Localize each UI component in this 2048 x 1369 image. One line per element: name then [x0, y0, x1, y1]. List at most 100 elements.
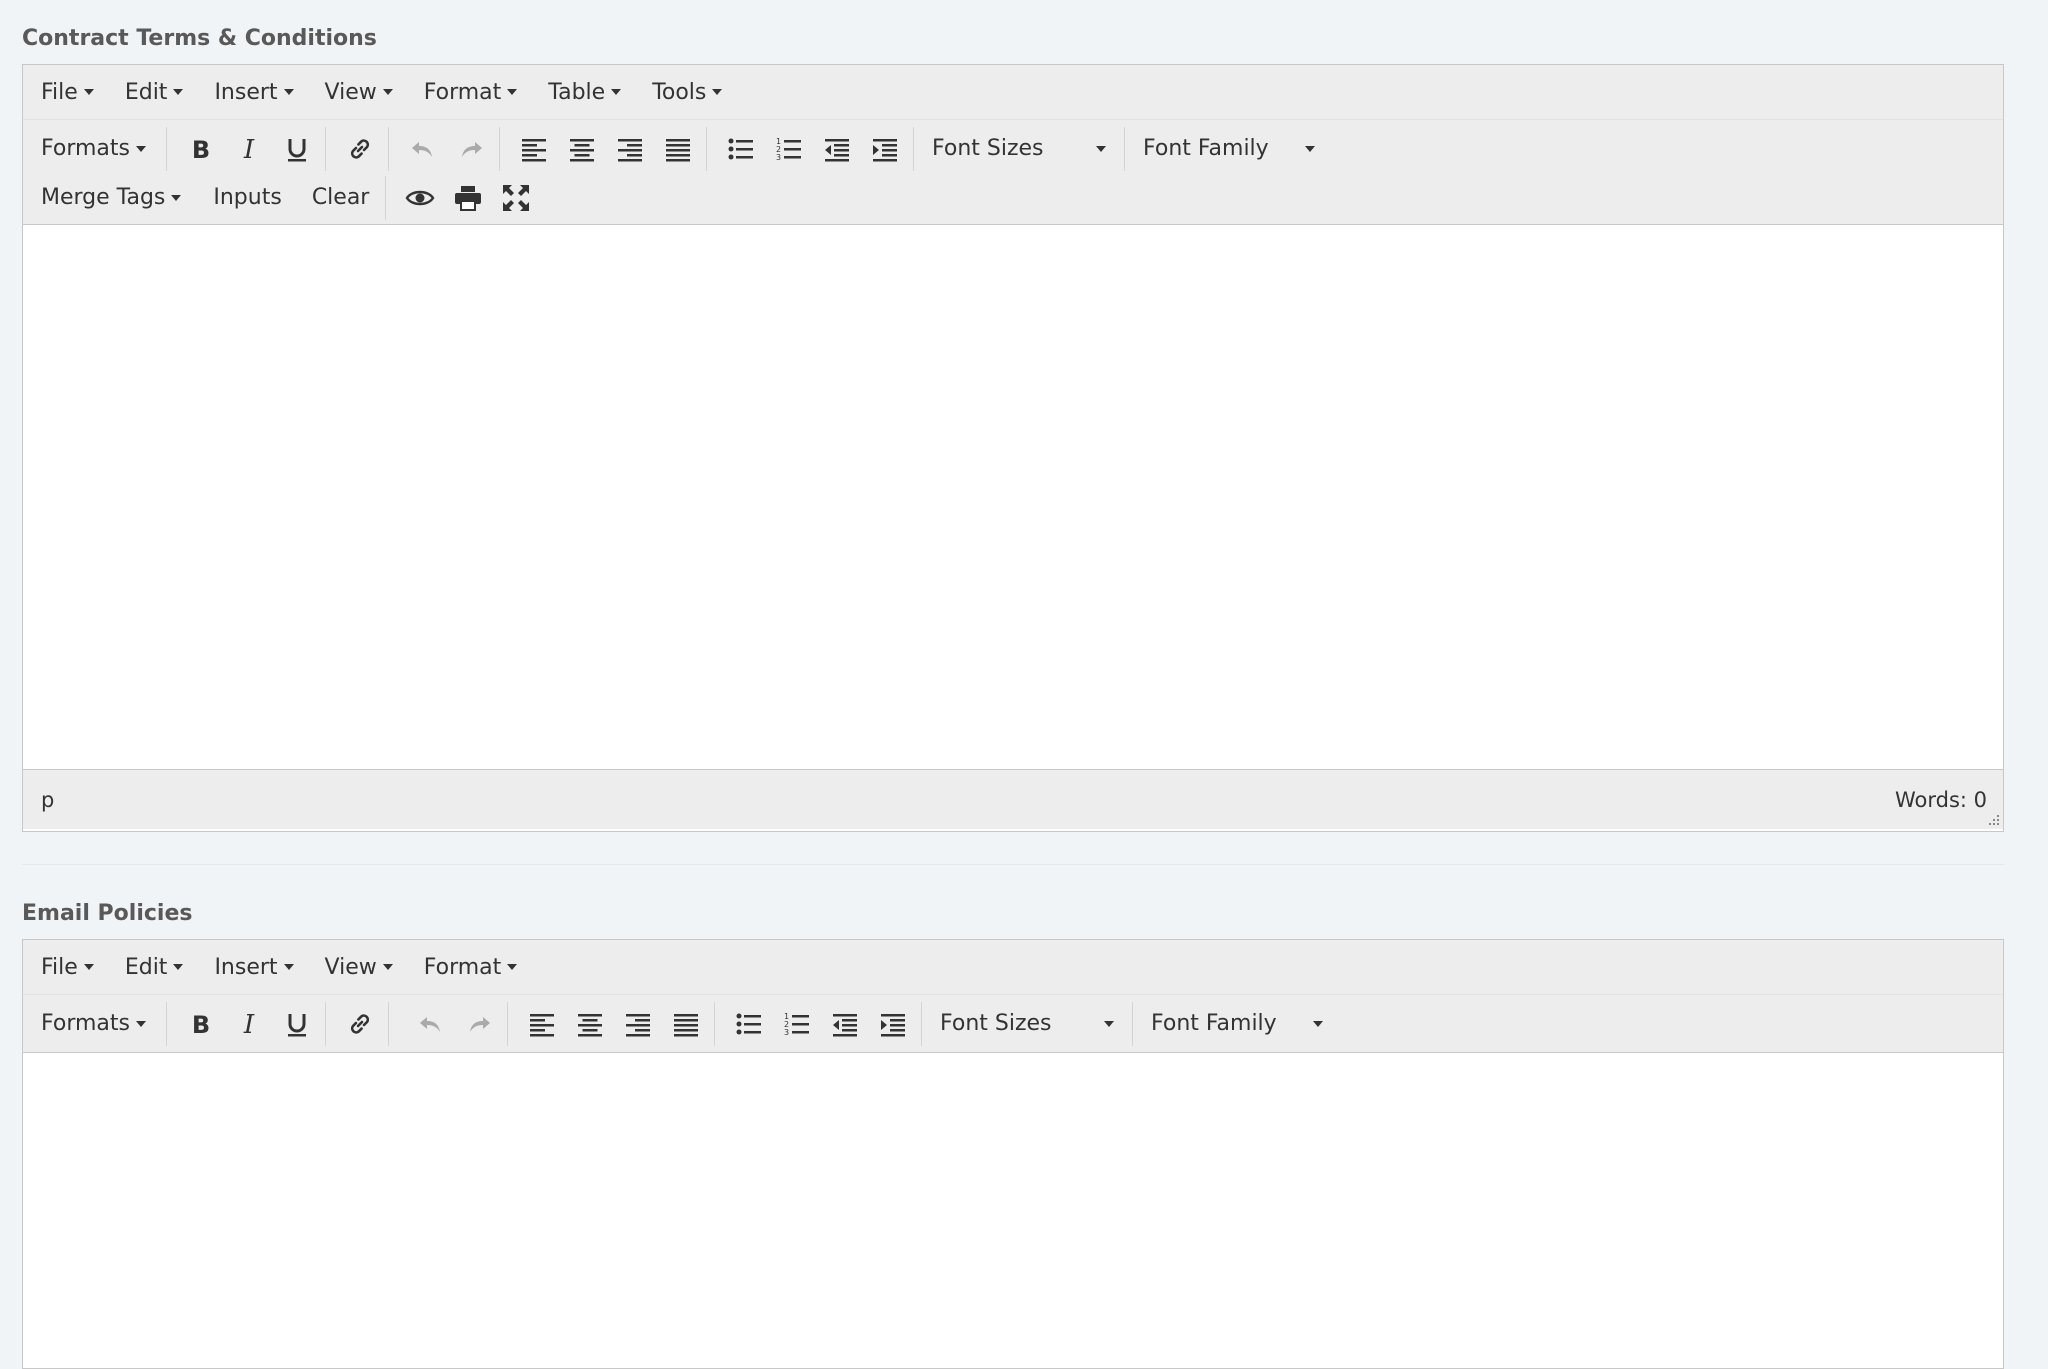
font-sizes-dropdown[interactable]: Font Sizes — [932, 1011, 1128, 1036]
bold-icon: B — [192, 1011, 210, 1039]
contract-toolbar: Formats B I 123 Font Sizes Font Family M… — [23, 120, 2003, 225]
outdent-button[interactable] — [821, 1002, 869, 1046]
outdent-button[interactable] — [813, 127, 861, 171]
caret-down-icon — [1305, 145, 1315, 152]
caret-down-icon — [83, 964, 94, 970]
align-justify-button[interactable] — [654, 127, 702, 171]
email-policies-label: Email Policies — [22, 901, 193, 926]
toolbar-separator — [913, 126, 914, 171]
italic-button[interactable]: I — [225, 1002, 273, 1046]
resize-handle-icon[interactable] — [1986, 812, 2000, 826]
menu-insert[interactable]: Insert — [214, 80, 294, 105]
redo-icon — [470, 1016, 490, 1032]
align-justify-button[interactable] — [662, 1002, 710, 1046]
inputs-button[interactable]: Inputs — [213, 185, 281, 210]
undo-button[interactable] — [407, 1002, 455, 1046]
align-right-icon — [618, 138, 642, 161]
print-button[interactable] — [444, 176, 492, 220]
numbered-list-icon: 123 — [776, 137, 801, 162]
merge-tags-dropdown[interactable]: Merge Tags — [41, 185, 182, 210]
element-path[interactable]: p — [41, 788, 54, 812]
section-divider — [22, 864, 2004, 865]
redo-icon — [462, 141, 482, 157]
link-icon — [350, 1013, 370, 1034]
menu-view[interactable]: View — [325, 955, 393, 980]
font-family-dropdown[interactable]: Font Family — [1143, 1011, 1337, 1036]
align-right-button[interactable] — [606, 127, 654, 171]
menu-table[interactable]: Table — [548, 80, 622, 105]
caret-down-icon — [1313, 1020, 1323, 1027]
svg-text:3: 3 — [776, 153, 781, 162]
menu-tools[interactable]: Tools — [652, 80, 723, 105]
menu-insert[interactable]: Insert — [214, 955, 294, 980]
align-right-button[interactable] — [614, 1002, 662, 1046]
align-left-icon — [530, 1013, 554, 1036]
formats-dropdown[interactable]: Formats — [41, 136, 146, 161]
redo-button[interactable] — [447, 127, 495, 171]
toolbar-separator — [1132, 1001, 1133, 1046]
contract-content-area[interactable] — [23, 225, 2003, 769]
bullet-list-button[interactable] — [717, 127, 765, 171]
menu-edit[interactable]: Edit — [125, 955, 184, 980]
contract-toolbar-row-2: Merge Tags Inputs Clear — [23, 175, 2003, 224]
font-sizes-dropdown[interactable]: Font Sizes — [924, 136, 1120, 161]
menu-format[interactable]: Format — [424, 80, 518, 105]
toolbar-separator — [714, 1001, 715, 1046]
redo-button[interactable] — [455, 1002, 503, 1046]
caret-down-icon — [283, 964, 294, 970]
bullet-list-icon — [736, 1013, 761, 1034]
print-icon — [455, 185, 482, 211]
link-button[interactable] — [336, 1002, 384, 1046]
undo-icon — [420, 1016, 440, 1032]
italic-button[interactable]: I — [225, 127, 273, 171]
preview-button[interactable] — [396, 176, 444, 220]
contract-menubar: File Edit Insert View Format Table Tools — [23, 65, 2003, 120]
align-center-button[interactable] — [558, 127, 606, 171]
caret-down-icon — [171, 194, 182, 201]
align-left-button[interactable] — [518, 1002, 566, 1046]
svg-text:3: 3 — [784, 1028, 789, 1037]
menu-view[interactable]: View — [325, 80, 393, 105]
align-center-button[interactable] — [566, 1002, 614, 1046]
caret-down-icon — [136, 1020, 146, 1027]
align-left-icon — [522, 138, 546, 161]
email-content-area[interactable] — [23, 1053, 2003, 1368]
underline-button[interactable] — [273, 127, 321, 171]
toolbar-separator — [706, 126, 707, 171]
svg-text:I: I — [243, 135, 255, 164]
caret-down-icon — [507, 964, 518, 970]
svg-text:B: B — [192, 136, 210, 164]
bullet-list-button[interactable] — [725, 1002, 773, 1046]
toolbar-separator — [385, 175, 387, 220]
menu-edit[interactable]: Edit — [125, 80, 184, 105]
underline-button[interactable] — [273, 1002, 321, 1046]
align-justify-icon — [666, 138, 690, 161]
link-button[interactable] — [336, 127, 384, 171]
align-left-button[interactable] — [510, 127, 558, 171]
menu-file[interactable]: File — [41, 955, 94, 980]
clear-button[interactable]: Clear — [312, 185, 370, 210]
bold-button[interactable]: B — [177, 1002, 225, 1046]
caret-down-icon — [173, 89, 184, 95]
fullscreen-button[interactable] — [492, 176, 540, 220]
toolbar-separator — [507, 1001, 508, 1046]
toolbar-separator — [1124, 126, 1125, 171]
indent-icon — [873, 138, 897, 161]
bold-button[interactable]: B — [177, 127, 225, 171]
indent-button[interactable] — [869, 1002, 917, 1046]
menu-file[interactable]: File — [41, 80, 94, 105]
indent-button[interactable] — [861, 127, 909, 171]
toolbar-separator — [325, 126, 326, 171]
undo-button[interactable] — [399, 127, 447, 171]
link-icon — [350, 138, 370, 159]
align-center-icon — [578, 1013, 602, 1036]
formats-dropdown[interactable]: Formats — [41, 1011, 146, 1036]
contract-statusbar: p Words: 0 — [23, 769, 2003, 829]
contract-terms-editor: File Edit Insert View Format Table Tools… — [22, 64, 2004, 832]
numbered-list-button[interactable]: 123 — [765, 127, 813, 171]
numbered-list-button[interactable]: 123 — [773, 1002, 821, 1046]
menu-format[interactable]: Format — [424, 955, 518, 980]
font-family-dropdown[interactable]: Font Family — [1135, 136, 1329, 161]
outdent-icon — [833, 1013, 857, 1036]
undo-icon — [412, 141, 432, 157]
